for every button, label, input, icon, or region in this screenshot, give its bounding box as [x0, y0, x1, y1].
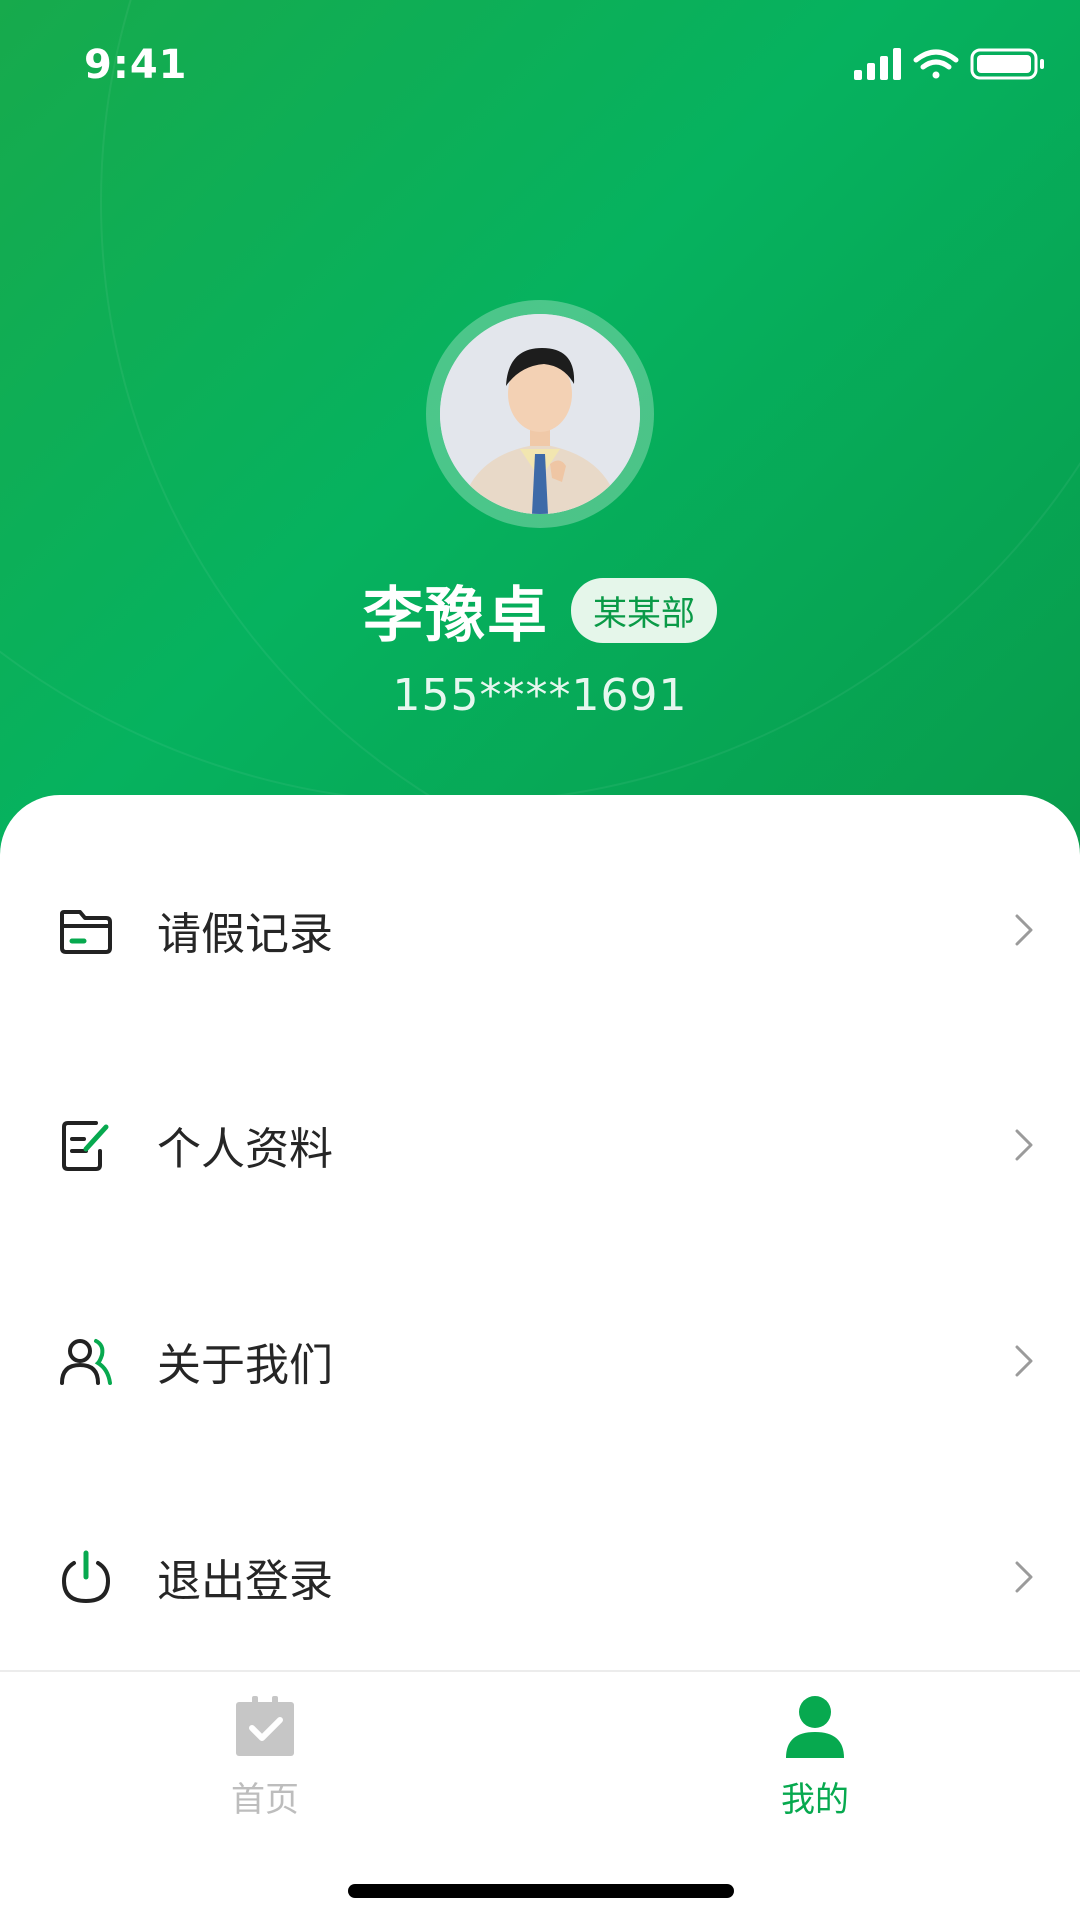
tab-home[interactable]: 首页 — [115, 1692, 415, 1832]
tab-label: 我的 — [781, 1780, 849, 1820]
tab-bar: 首页 我的 — [0, 1670, 1080, 1922]
chevron-right-icon — [1015, 1561, 1033, 1593]
menu-item-label: 个人资料 — [157, 1124, 333, 1175]
battery-icon — [970, 48, 1044, 80]
chevron-right-icon — [1015, 914, 1033, 946]
power-icon — [61, 1550, 111, 1604]
menu-item-logout[interactable]: 退出登录 — [0, 1497, 1080, 1657]
user-name: 李豫卓 — [363, 580, 549, 651]
calendar-check-icon — [236, 1696, 294, 1756]
menu-item-personal-info[interactable]: 个人资料 — [0, 1065, 1080, 1225]
chevron-right-icon — [1015, 1129, 1033, 1161]
edit-document-icon — [62, 1121, 109, 1171]
avatar-ring — [426, 300, 654, 528]
tab-label: 首页 — [231, 1780, 299, 1820]
status-time: 9:41 — [84, 42, 188, 88]
users-icon — [60, 1339, 112, 1385]
home-indicator — [348, 1884, 734, 1898]
menu-item-label: 关于我们 — [157, 1340, 333, 1391]
avatar-photo — [440, 314, 640, 514]
menu-item-label: 退出登录 — [157, 1556, 333, 1607]
menu-item-leave-records[interactable]: 请假记录 — [0, 850, 1080, 1010]
menu-item-label: 请假记录 — [157, 909, 333, 960]
folder-icon — [60, 910, 112, 954]
avatar[interactable] — [440, 314, 640, 514]
profile-header: 9:41 李豫卓 某某部 155****1691 — [0, 0, 1080, 880]
menu-sheet: 请假记录 个人资料 关于我们 退出登录 — [0, 795, 1080, 1670]
department-badge: 某某部 — [571, 577, 717, 643]
menu-item-about-us[interactable]: 关于我们 — [0, 1281, 1080, 1441]
wifi-icon — [913, 49, 959, 79]
tab-mine[interactable]: 我的 — [665, 1692, 965, 1832]
status-icons — [854, 48, 1044, 80]
phone-number: 155****1691 — [392, 670, 688, 721]
name-row: 李豫卓 某某部 — [0, 570, 1080, 651]
status-bar: 9:41 — [0, 0, 1080, 132]
user-icon — [786, 1696, 844, 1758]
chevron-right-icon — [1015, 1345, 1033, 1377]
cellular-signal-icon — [854, 48, 901, 80]
